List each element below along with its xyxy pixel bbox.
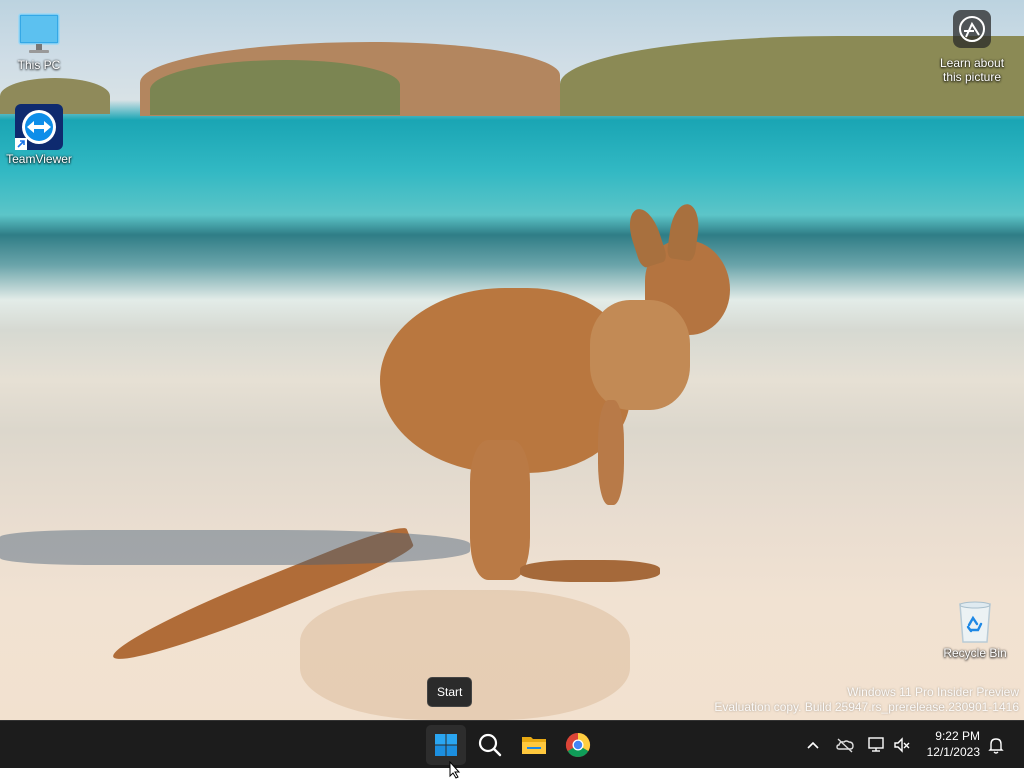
clock-date: 12/1/2023 — [926, 745, 980, 759]
tray-clock[interactable]: 9:22 PM 12/1/2023 — [927, 728, 980, 760]
bell-icon[interactable] — [986, 735, 1006, 755]
clock-time: 9:22 PM — [935, 729, 980, 743]
desktop-icon-this-pc[interactable]: This PC — [1, 12, 77, 72]
desktop-icon-label: Recycle Bin — [943, 646, 1007, 660]
desktop-icon-label: TeamViewer — [6, 152, 72, 166]
monitor-icon — [17, 12, 61, 56]
watermark-line2: Evaluation copy. Build 25947.rs_prerelea… — [714, 700, 1019, 714]
teamviewer-icon — [15, 104, 63, 150]
learn-about-picture[interactable]: Learn about this picture — [922, 10, 1022, 84]
island-center-green — [150, 60, 400, 115]
search-icon — [478, 733, 502, 757]
watermark-line1: Windows 11 Pro Insider Preview — [847, 685, 1019, 699]
onedrive-offline-icon[interactable] — [835, 735, 855, 755]
camera-lens-icon — [953, 10, 991, 48]
kangaroo-arm — [598, 400, 624, 505]
desktop-icon-teamviewer[interactable]: TeamViewer — [1, 104, 77, 166]
kangaroo-neck — [590, 300, 690, 410]
start-button[interactable] — [426, 725, 466, 765]
volume-muted-icon[interactable] — [892, 735, 912, 755]
learn-about-line2: this picture — [942, 70, 1002, 84]
kangaroo-ear-left — [623, 205, 669, 269]
kangaroo-shadow — [0, 530, 470, 565]
recycle-bin-icon — [955, 600, 995, 644]
chevron-up-icon[interactable] — [803, 735, 823, 755]
kangaroo-leg — [470, 440, 530, 580]
learn-about-line1: Learn about — [939, 56, 1005, 70]
chrome-icon — [565, 733, 591, 758]
mouse-cursor-icon — [449, 761, 461, 779]
desktop-wallpaper: This PC TeamViewer Recycle Bin Learn abo… — [0, 0, 1024, 720]
windows-logo-icon — [435, 734, 457, 756]
start-tooltip: Start — [427, 677, 473, 707]
desktop-icon-label: This PC — [17, 58, 61, 72]
chrome-button[interactable] — [558, 725, 598, 765]
evaluation-watermark: Windows 11 Pro Insider Preview Evaluatio… — [714, 685, 1019, 715]
folder-icon — [522, 737, 546, 754]
kangaroo-foot — [520, 560, 660, 582]
file-explorer-button[interactable] — [514, 725, 554, 765]
desktop-icon-recycle-bin[interactable]: Recycle Bin — [937, 600, 1013, 660]
search-button[interactable] — [470, 725, 510, 765]
network-icon[interactable] — [866, 735, 886, 755]
taskbar: 9:22 PM 12/1/2023 — [0, 720, 1024, 768]
